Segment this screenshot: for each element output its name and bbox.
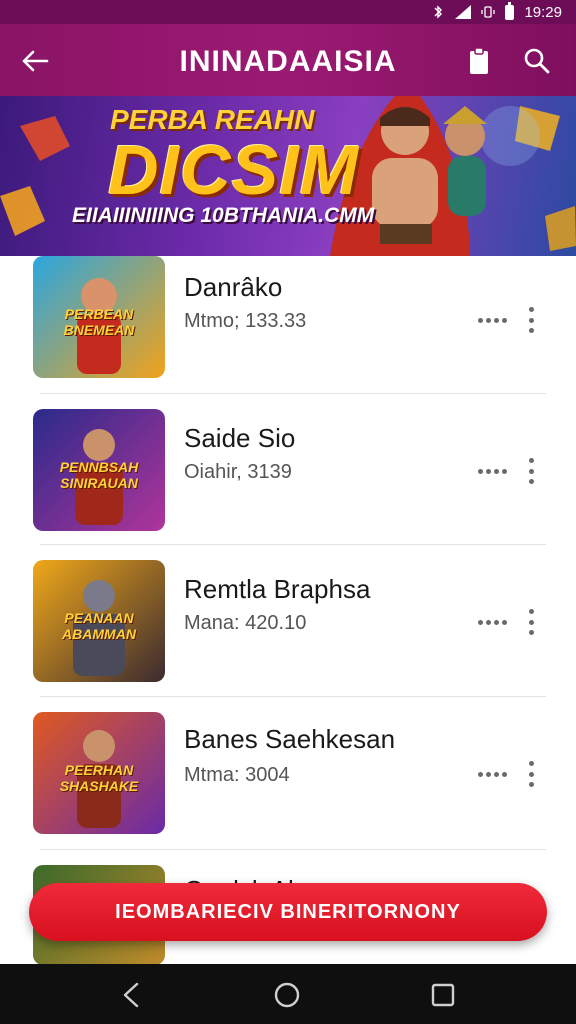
more-dots-icon[interactable]: [478, 461, 520, 481]
status-bar: 19:29: [0, 0, 576, 24]
game-thumbnail: PENNBSAH SINIRAUAN: [33, 409, 165, 531]
game-title: Remtla Braphsa: [184, 574, 371, 604]
more-dots-icon[interactable]: [478, 764, 520, 784]
promo-banner[interactable]: PERBA REAHN DICSIM EIIAIIINIIING 10BTHAN…: [0, 96, 576, 256]
game-title: Saide Sio: [184, 423, 296, 453]
search-icon: [524, 48, 550, 74]
divider: [40, 544, 546, 545]
cta-button[interactable]: IEOMBARIECIV BINERITORNONY: [29, 883, 547, 941]
battery-icon: [505, 1, 515, 20]
thumbnail-label: PEANAAN ABAMMAN: [62, 610, 136, 642]
game-thumbnail: PEANAAN ABAMMAN: [33, 560, 165, 682]
list-item[interactable]: PENNBSAH SINIRAUAN Saide Sio Oiahir, 313…: [0, 409, 576, 559]
clipboard-button[interactable]: [462, 44, 496, 78]
list-item[interactable]: PEANAAN ABAMMAN Remtla Braphsa Mana: 420…: [0, 560, 576, 710]
nav-back-icon: [123, 982, 139, 1008]
thumbnail-label: PERBEAN BNEMEAN: [63, 306, 135, 338]
overflow-menu-icon[interactable]: [527, 609, 535, 635]
list-item[interactable]: PEERHAN SHASHAKE Banes Saehkesan Mtma: 3…: [0, 712, 576, 862]
game-thumbnail: PEERHAN SHASHAKE: [33, 712, 165, 834]
list-item[interactable]: PERBEAN BNEMEAN Danrâko Mtmo; 133.33: [0, 256, 576, 406]
navigation-bar: [0, 964, 576, 1024]
game-title: Danrâko: [184, 272, 283, 302]
divider: [40, 696, 546, 697]
app-bar: ININADAAISIA: [0, 24, 576, 96]
signal-icon: [455, 5, 472, 19]
divider: [40, 393, 546, 394]
status-time: 19:29: [524, 3, 562, 21]
thumbnail-label: PEERHAN SHASHAKE: [59, 762, 139, 794]
game-subtitle: Oiahir, 3139: [184, 461, 292, 483]
overflow-menu-icon[interactable]: [527, 458, 535, 484]
game-thumbnail: PERBEAN BNEMEAN: [33, 256, 165, 378]
game-title: Banes Saehkesan: [184, 724, 396, 754]
nav-recents-icon: [431, 983, 455, 1007]
bluetooth-icon: [434, 5, 443, 19]
more-dots-icon[interactable]: [478, 612, 520, 632]
overflow-menu-icon[interactable]: [527, 307, 535, 333]
search-button[interactable]: [520, 44, 554, 78]
overflow-menu-icon[interactable]: [527, 761, 535, 787]
clipboard-icon: [470, 47, 488, 74]
banner-title: DICSIM: [108, 131, 359, 209]
vibrate-icon: [481, 6, 496, 18]
divider: [40, 849, 546, 850]
nav-home-icon: [274, 982, 300, 1008]
thumbnail-label: PENNBSAH SINIRAUAN: [59, 459, 139, 491]
more-dots-icon[interactable]: [478, 310, 520, 330]
nav-recents-button[interactable]: [428, 980, 458, 1010]
game-subtitle: Mana: 420.10: [184, 612, 307, 634]
nav-home-button[interactable]: [272, 980, 302, 1010]
game-subtitle: Mtma: 3004: [184, 764, 290, 786]
banner-footer: EIIAIIINIIING 10BTHANIA.CMM: [72, 204, 375, 227]
nav-back-button[interactable]: [116, 980, 146, 1010]
game-subtitle: Mtmo; 133.33: [184, 310, 307, 332]
